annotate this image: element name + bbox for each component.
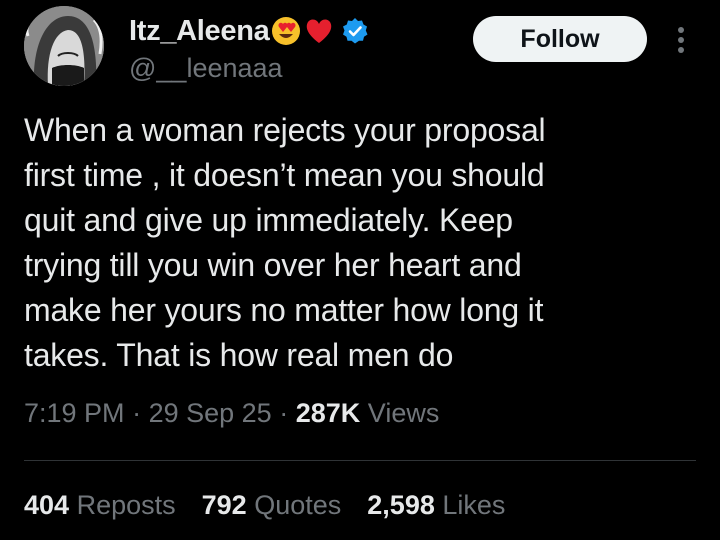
tweet-text: When a woman rejects your proposal first… xyxy=(24,108,684,378)
engagement-stats: 404 Reposts 792 Quotes 2,598 Likes xyxy=(24,490,531,521)
tweet: Itz_Aleena @__leenaaa Follow When a woma… xyxy=(0,0,720,540)
views-label[interactable]: Views xyxy=(368,398,440,428)
quotes-count: 792 xyxy=(201,490,247,520)
tweet-time[interactable]: 7:19 PM xyxy=(24,398,125,428)
tweet-text-line: takes. That is how real men do xyxy=(24,337,454,373)
tweet-date[interactable]: 29 Sep 25 xyxy=(149,398,272,428)
views-count[interactable]: 287K xyxy=(296,398,361,428)
likes-stat[interactable]: 2,598 Likes xyxy=(367,490,505,521)
tweet-text-line: make her yours no matter how long it xyxy=(24,292,544,328)
quotes-label: Quotes xyxy=(254,490,342,520)
verified-badge-icon[interactable] xyxy=(341,17,369,45)
divider xyxy=(24,460,696,461)
reposts-stat[interactable]: 404 Reposts xyxy=(24,490,176,521)
avatar-image xyxy=(24,6,104,86)
name-row: Itz_Aleena xyxy=(129,12,369,50)
tweet-meta: 7:19 PM · 29 Sep 25 · 287K Views xyxy=(24,398,439,429)
red-heart-icon xyxy=(303,15,335,47)
more-vertical-icon[interactable] xyxy=(670,24,692,56)
follow-button[interactable]: Follow xyxy=(473,16,647,62)
tweet-text-line: first time , it doesn’t mean you should xyxy=(24,157,545,193)
quotes-stat[interactable]: 792 Quotes xyxy=(202,490,342,521)
tweet-text-line: trying till you win over her heart and xyxy=(24,247,522,283)
smiling-face-with-heart-eyes-icon xyxy=(270,15,302,47)
likes-count: 2,598 xyxy=(367,490,435,520)
likes-label: Likes xyxy=(442,490,506,520)
tweet-text-line: quit and give up immediately. Keep xyxy=(24,202,513,238)
display-name[interactable]: Itz_Aleena xyxy=(129,15,270,48)
meta-separator: · xyxy=(279,398,289,428)
tweet-text-line: When a woman rejects your proposal xyxy=(24,112,546,148)
meta-separator: · xyxy=(132,398,142,428)
avatar[interactable] xyxy=(24,6,104,86)
reposts-label: Reposts xyxy=(76,490,176,520)
reposts-count: 404 xyxy=(24,490,70,520)
user-handle[interactable]: @__leenaaa xyxy=(129,53,283,84)
tweet-header: Itz_Aleena @__leenaaa Follow xyxy=(0,0,720,100)
